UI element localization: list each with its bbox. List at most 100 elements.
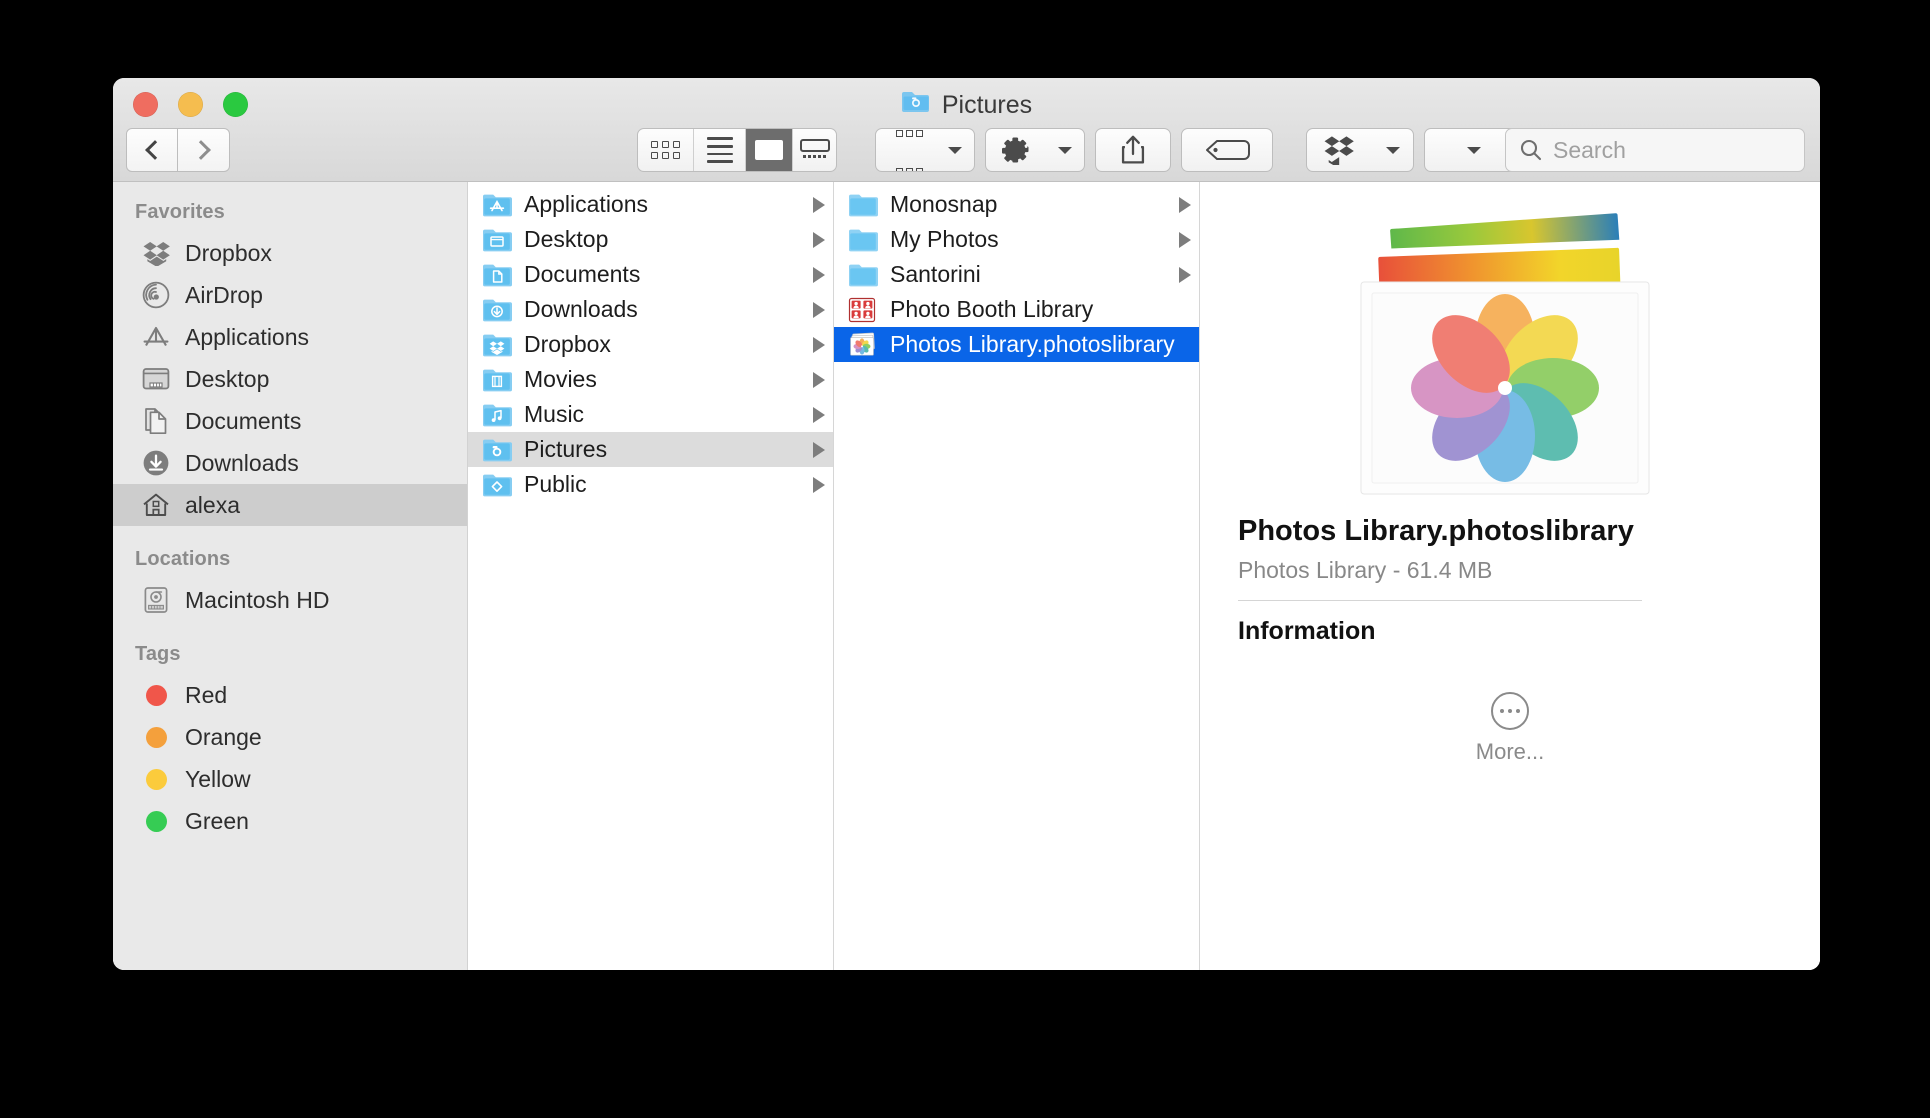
list-item-label: Movies [524,366,801,393]
folder-music-icon [482,402,512,428]
list-item[interactable]: Applications [468,187,833,222]
list-item-label: Pictures [524,436,801,463]
sidebar-item-downloads[interactable]: Downloads [113,442,467,484]
dropbox-menu-button[interactable] [1306,128,1414,172]
share-icon [1120,135,1146,165]
sidebar-item-airdrop[interactable]: AirDrop [113,274,467,316]
share-button[interactable] [1095,128,1171,172]
sidebar-item-label: Applications [185,324,309,351]
edit-tags-button[interactable] [1181,128,1273,172]
applications-icon [141,322,171,352]
list-item-label: Monosnap [890,191,1167,218]
sidebar-item-tag-red[interactable]: Red [113,674,467,716]
folder-dropbox-icon [482,332,512,358]
list-item[interactable]: Photo Booth Library [834,292,1199,327]
gallery-view-button[interactable] [792,129,836,171]
chevron-right-icon [191,140,211,160]
more-button[interactable]: More... [1476,692,1544,765]
back-button[interactable] [126,128,178,172]
disclosure-arrow-icon [813,477,825,493]
action-menu-button[interactable] [985,128,1085,172]
list-item[interactable]: Desktop [468,222,833,257]
list-item[interactable]: Monosnap [834,187,1199,222]
sidebar-item-label: AirDrop [185,282,263,309]
sidebar-item-macintosh-hd[interactable]: Macintosh HD [113,579,467,621]
list-item[interactable]: Santorini [834,257,1199,292]
icon-view-button[interactable] [638,129,693,171]
disclosure-arrow-icon [813,442,825,458]
column-view-button[interactable] [745,129,793,171]
sidebar-item-tag-orange[interactable]: Orange [113,716,467,758]
view-mode-group [637,128,837,172]
list-item[interactable]: Downloads [468,292,833,327]
tag-icon [1204,137,1250,163]
list-item-label: Photos Library.photoslibrary [890,331,1191,358]
forward-button[interactable] [178,128,230,172]
list-item[interactable]: Public [468,467,833,502]
arrange-menu-button[interactable] [875,128,975,172]
sidebar-item-documents[interactable]: Documents [113,400,467,442]
folder-icon [848,262,878,288]
disclosure-arrow-icon [813,372,825,388]
close-button[interactable] [133,92,158,117]
list-item[interactable]: Pictures [468,432,833,467]
search-field[interactable] [1505,128,1805,172]
navigation-buttons [126,128,230,172]
more-button-label: More... [1476,739,1544,765]
folder-icon [848,192,878,218]
sidebar-item-tag-yellow[interactable]: Yellow [113,758,467,800]
sidebar-item-label: Orange [185,724,262,751]
disclosure-arrow-icon [1179,197,1191,213]
folder-documents-icon [482,262,512,288]
sidebar-section-locations-header: Locations [113,526,467,579]
maximize-button[interactable] [223,92,248,117]
home-icon [141,490,171,520]
sidebar-item-tag-green[interactable]: Green [113,800,467,842]
sidebar-item-applications[interactable]: Applications [113,316,467,358]
list-item-label: Public [524,471,801,498]
sidebar-item-desktop[interactable]: Desktop [113,358,467,400]
downloads-icon [141,448,171,478]
folder-desktop-icon [482,227,512,253]
sidebar: Favorites Dropbox [113,182,468,970]
disclosure-arrow-icon [1179,267,1191,283]
chevron-down-icon [948,147,962,154]
coverflow-icon [800,139,830,161]
gear-icon [1001,135,1031,165]
columns-icon [755,140,783,160]
sidebar-item-label: Downloads [185,450,299,477]
list-item-label: Music [524,401,801,428]
column-pictures: Monosnap My Photos [834,182,1200,970]
folder-public-icon [482,472,512,498]
list-item[interactable]: Documents [468,257,833,292]
search-input[interactable] [1553,137,1773,164]
chevron-down-icon [1058,147,1072,154]
sidebar-item-label: alexa [185,492,240,519]
tag-dot-icon [146,727,167,748]
list-item[interactable]: Music [468,397,833,432]
sidebar-item-alexa[interactable]: alexa [113,484,467,526]
list-item[interactable]: Dropbox [468,327,833,362]
documents-icon [141,406,171,436]
dropbox-icon [1323,135,1357,165]
sidebar-item-dropbox[interactable]: Dropbox [113,232,467,274]
list-item[interactable]: Movies [468,362,833,397]
harddisk-icon [141,585,171,615]
traffic-lights [133,92,248,117]
minimize-button[interactable] [178,92,203,117]
list-item-label: My Photos [890,226,1167,253]
photobooth-library-icon [848,297,878,323]
list-view-button[interactable] [693,129,744,171]
list-item[interactable]: Photos Library.photoslibrary [834,327,1199,362]
preview-file-meta: Photos Library - 61.4 MB [1238,557,1492,584]
list-icon [707,137,733,162]
list-item[interactable]: My Photos [834,222,1199,257]
chevron-down-icon [1386,147,1400,154]
disclosure-arrow-icon [813,197,825,213]
sidebar-item-label: Macintosh HD [185,587,329,614]
sidebar-item-label: Desktop [185,366,269,393]
chevron-left-icon [145,140,165,160]
window-title-bar-label: Pictures [113,89,1820,121]
folder-movies-icon [482,367,512,393]
sidebar-item-label: Dropbox [185,240,272,267]
